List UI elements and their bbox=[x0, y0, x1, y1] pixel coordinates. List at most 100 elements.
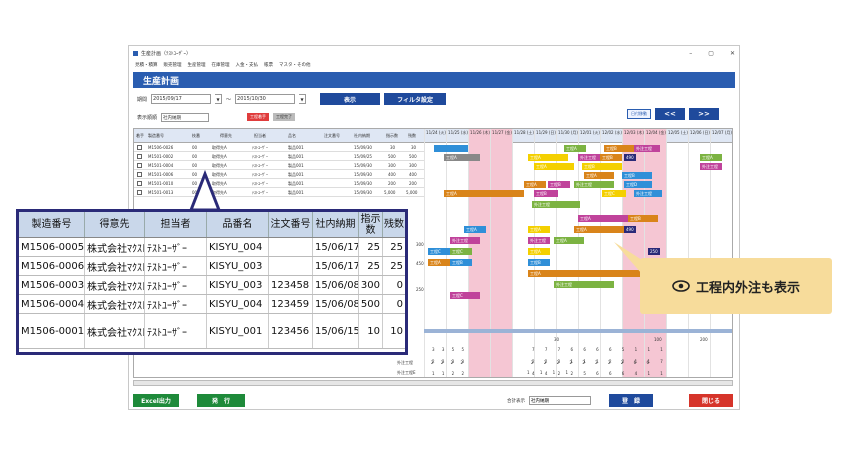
process-bar[interactable]: 工程A bbox=[528, 226, 550, 233]
process-bar[interactable]: 490 bbox=[624, 154, 636, 161]
process-bar[interactable]: 工程B bbox=[604, 145, 634, 152]
process-bar[interactable]: 外注工程 bbox=[528, 237, 550, 244]
zoom-row[interactable]: M1506-0004 株式会社ﾏｸｽﾄｻｲｴﾝｽ ﾃｽﾄﾕｰｻﾞｰ KISYU_… bbox=[19, 295, 405, 314]
table-row[interactable]: M1501-0010 00 取得先A ﾃｽﾄﾕｰｻﾞｰ 製品001 15/09/… bbox=[134, 179, 424, 188]
menu-item-estimate[interactable]: 見積・積算 bbox=[135, 62, 158, 68]
process-bar[interactable]: 工程A bbox=[428, 259, 450, 266]
process-bar[interactable]: 工程A bbox=[528, 154, 568, 161]
table-row[interactable]: M1501-0013 00 取得先A ﾃｽﾄﾕｰｻﾞｰ 製品001 15/09/… bbox=[134, 188, 424, 197]
process-bar[interactable]: 工程C bbox=[450, 248, 472, 255]
cell-due: 15/09/30 bbox=[354, 190, 372, 195]
process-bar[interactable]: 工程A bbox=[444, 154, 480, 161]
date-to-field[interactable]: 2015/10/30 bbox=[235, 94, 296, 104]
process-bar[interactable] bbox=[434, 145, 468, 152]
status-pill-started[interactable]: 工程着手 bbox=[247, 113, 270, 121]
zoom-col-person: 担当者 bbox=[145, 212, 207, 237]
process-bar[interactable]: 工程B bbox=[528, 259, 550, 266]
zoom-cell-order: 123459 bbox=[269, 295, 313, 313]
zoom-row[interactable]: M1506-0001 株式会社ﾏｸｽﾄｻｲｴﾝｽ ﾃｽﾄﾕｰｻﾞｰ KISYU_… bbox=[19, 314, 405, 349]
table-row[interactable]: M1501-0004 00 取得先A ﾃｽﾄﾕｰｻﾞｰ 製品001 15/09/… bbox=[134, 161, 424, 170]
zoom-cell-item: KISYU_004 bbox=[207, 295, 269, 313]
process-bar[interactable]: 工程A bbox=[554, 237, 584, 244]
maximize-button[interactable]: ▢ bbox=[708, 50, 714, 57]
process-bar[interactable]: 工程A bbox=[578, 215, 628, 222]
table-row[interactable]: M1506-0026 00 取得先A ﾃｽﾄﾕｰｻﾞｰ 製品001 15/09/… bbox=[134, 143, 424, 152]
process-bar[interactable]: 工程A bbox=[528, 248, 550, 255]
process-bar[interactable]: 工程C bbox=[450, 292, 480, 299]
cell-due: 15/09/25 bbox=[354, 154, 372, 159]
process-bar[interactable]: 外注工程 bbox=[634, 145, 660, 152]
zoom-row[interactable]: M1506-0003 株式会社ﾏｸｽﾄｻｲｴﾝｽ ﾃｽﾄﾕｰｻﾞｰ KISYU_… bbox=[19, 276, 405, 295]
row-checkbox[interactable] bbox=[137, 154, 142, 159]
date-move-button[interactable]: 日付移動 bbox=[627, 109, 651, 119]
order-select[interactable]: 社内納期 bbox=[161, 112, 210, 122]
zoom-cell-item: KISYU_004 bbox=[207, 238, 269, 256]
process-bar[interactable]: 工程B bbox=[600, 154, 622, 161]
zoom-row[interactable]: M1506-0005 株式会社ﾏｸｽﾄｻｲｴﾝｽ ﾃｽﾄﾕｰｻﾞｰ KISYU_… bbox=[19, 238, 405, 257]
menu-item-reports[interactable]: 帳票 bbox=[264, 62, 273, 68]
row-checkbox[interactable] bbox=[137, 163, 142, 168]
cell-qty: 500 bbox=[388, 154, 396, 159]
process-bar[interactable]: 外注工程 bbox=[700, 163, 722, 170]
process-bar[interactable]: 工程C bbox=[428, 248, 450, 255]
close-window-button[interactable]: ✕ bbox=[730, 50, 735, 57]
process-bar[interactable]: 外注工程 bbox=[634, 190, 662, 197]
process-bar[interactable]: 外注工程 bbox=[532, 201, 580, 208]
zoom-row[interactable]: M1506-0006 株式会社ﾏｸｽﾄｻｲｴﾝｽ ﾃｽﾄﾕｰｻﾞｰ KISYU_… bbox=[19, 257, 405, 276]
close-button[interactable]: 閉じる bbox=[689, 394, 733, 407]
horizontal-scrollbar[interactable] bbox=[133, 380, 733, 386]
process-bar[interactable]: 490 bbox=[624, 226, 636, 233]
status-pill-done[interactable]: 工程完了 bbox=[273, 113, 296, 121]
process-bar[interactable]: 外注工程 bbox=[574, 181, 614, 188]
process-bar[interactable]: 工程B bbox=[628, 215, 658, 222]
process-bar[interactable]: 工程C bbox=[602, 190, 626, 197]
date-from-field[interactable]: 2015/09/17 bbox=[151, 94, 212, 104]
process-bar[interactable]: 工程B bbox=[548, 181, 570, 188]
cell-qty: 300 bbox=[388, 163, 396, 168]
row-checkbox[interactable] bbox=[137, 181, 142, 186]
filter-settings-button[interactable]: フィルタ設定 bbox=[384, 93, 447, 105]
prev-button[interactable]: << bbox=[655, 108, 685, 120]
row-checkbox[interactable] bbox=[137, 190, 142, 195]
show-button[interactable]: 表示 bbox=[320, 93, 381, 105]
row-checkbox[interactable] bbox=[137, 145, 142, 150]
print-button[interactable]: 発 行 bbox=[197, 394, 245, 407]
zoom-cell-qty: 10 bbox=[359, 314, 383, 348]
register-button[interactable]: 登 録 bbox=[609, 394, 653, 407]
row-checkbox[interactable] bbox=[137, 172, 142, 177]
day-header: 11/28 (土) bbox=[514, 130, 534, 135]
process-bar[interactable]: 工程B bbox=[622, 172, 652, 179]
table-row[interactable]: M1501-0006 00 取得先A ﾃｽﾄﾕｰｻﾞｰ 製品001 15/09/… bbox=[134, 170, 424, 179]
process-bar[interactable]: 外注工程 bbox=[578, 154, 600, 161]
process-bar[interactable]: 工程A bbox=[444, 190, 524, 197]
menu-item-production[interactable]: 生産管理 bbox=[188, 62, 206, 68]
menu-item-sales[interactable]: 販売管理 bbox=[164, 62, 182, 68]
cell-due: 15/09/30 bbox=[354, 172, 372, 177]
date-to-dropdown-icon[interactable]: ▼ bbox=[299, 94, 307, 104]
minimize-button[interactable]: – bbox=[689, 50, 692, 57]
process-bar[interactable]: 工程A bbox=[564, 145, 586, 152]
menu-item-payment[interactable]: 入金・支払 bbox=[236, 62, 259, 68]
total-select[interactable]: 社内納期 bbox=[529, 396, 591, 405]
process-bar[interactable]: 外注工程 bbox=[554, 281, 614, 288]
menu-item-master[interactable]: マスタ・その他 bbox=[279, 62, 311, 68]
process-bar[interactable]: 工程B bbox=[534, 190, 558, 197]
process-bar[interactable]: 工程A bbox=[700, 154, 722, 161]
process-bar[interactable]: 工程D bbox=[624, 181, 652, 188]
zoom-col-serial: 製造番号 bbox=[19, 212, 85, 237]
process-bar[interactable]: 工程A bbox=[464, 226, 486, 233]
menu-item-stock[interactable]: 在庫管理 bbox=[212, 62, 230, 68]
table-row[interactable]: M1501-0002 00 取得先A ﾃｽﾄﾕｰｻﾞｰ 製品001 15/09/… bbox=[134, 152, 424, 161]
process-bar[interactable]: 工程A bbox=[534, 163, 574, 170]
process-bar[interactable]: 工程A bbox=[524, 181, 546, 188]
excel-export-button[interactable]: Excel出力 bbox=[133, 394, 179, 407]
date-from-dropdown-icon[interactable]: ▼ bbox=[215, 94, 223, 104]
zoom-col-order: 注文番号 bbox=[269, 212, 313, 237]
next-button[interactable]: >> bbox=[689, 108, 719, 120]
zoom-cell-serial: M1506-0004 bbox=[19, 295, 85, 313]
process-bar[interactable]: 工程B bbox=[450, 259, 472, 266]
zoom-cell-order bbox=[269, 257, 313, 275]
process-bar[interactable]: 工程A bbox=[584, 172, 614, 179]
process-bar[interactable]: 外注工程 bbox=[450, 237, 480, 244]
process-bar[interactable]: 工程B bbox=[582, 163, 622, 170]
